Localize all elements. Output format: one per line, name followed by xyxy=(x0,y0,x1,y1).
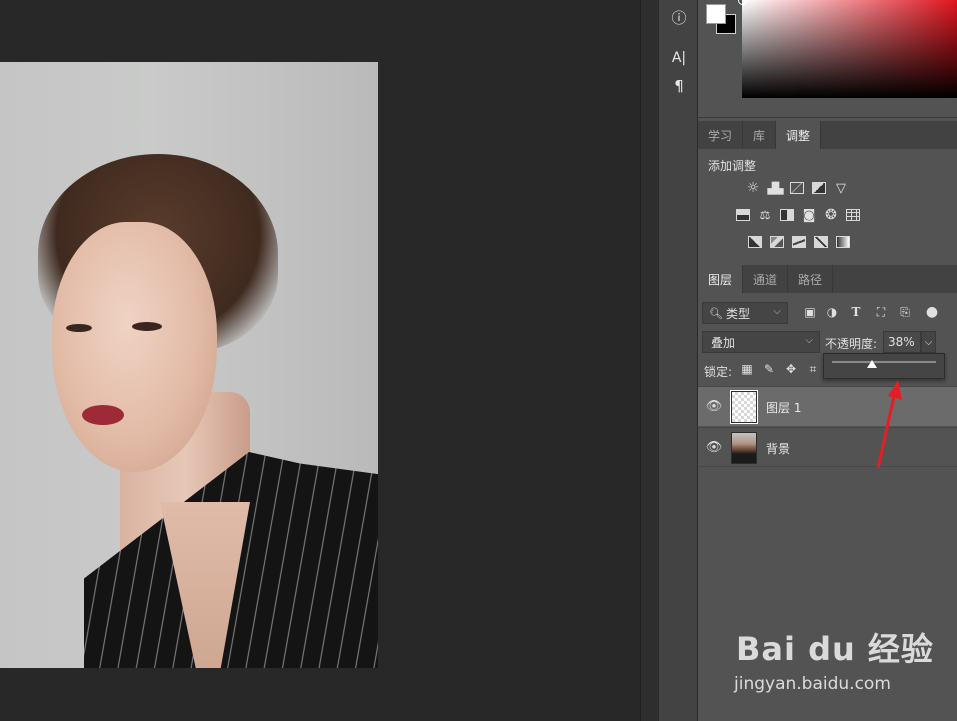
layer-name: 背景 xyxy=(766,442,791,456)
portrait-eye-left xyxy=(66,324,92,332)
lock-artboard-icon[interactable]: ⌗ xyxy=(806,362,820,376)
tab-adjustments[interactable]: 调整 xyxy=(776,121,822,149)
portrait-lips xyxy=(82,405,124,425)
blend-mode-value: 叠加 xyxy=(711,335,736,350)
adjustments-panel: 添加调整 ☼ ▟▙ ▽ ⚖ ◙ ❂ xyxy=(698,149,957,261)
search-icon: 🔍︎ xyxy=(709,306,723,320)
chevron-down-icon: ⌵ xyxy=(924,336,933,348)
tab-learn[interactable]: 学习 xyxy=(698,121,744,149)
panel-icon-column: ⓘ A| ¶ xyxy=(658,0,698,721)
portrait-face xyxy=(52,222,217,472)
document-image[interactable] xyxy=(0,62,378,668)
right-panels: 学习 库 调整 添加调整 ☼ ▟▙ ▽ ⚖ ◙ ❂ 图层 通道 路径 🔍︎ 类型… xyxy=(698,0,957,721)
curves-icon[interactable] xyxy=(788,179,806,197)
color-panel xyxy=(698,0,957,118)
adjustments-row-1: ☼ ▟▙ ▽ xyxy=(744,179,850,197)
visibility-eye-icon[interactable]: 👁︎ xyxy=(706,440,723,455)
color-lookup-icon[interactable] xyxy=(844,206,862,224)
adjustments-row-2: ⚖ ◙ ❂ xyxy=(734,206,862,224)
annotation-arrow xyxy=(876,380,902,469)
smart-object-filter-icon[interactable]: ⎘ xyxy=(897,304,913,320)
layer-thumbnail xyxy=(730,390,758,424)
layers-panel: 🔍︎ 类型 ⌵ ▣ ◑ T ⛶ ⎘ ● 叠加 ⌵ 不透明度: 38% ⌵ 锁定:… xyxy=(698,293,957,721)
color-balance-icon[interactable]: ⚖ xyxy=(756,206,774,224)
layers-tab-bar: 图层 通道 路径 xyxy=(698,265,957,293)
exposure-icon[interactable] xyxy=(810,179,828,197)
info-icon[interactable]: ⓘ xyxy=(667,6,691,28)
tab-layers[interactable]: 图层 xyxy=(698,265,744,293)
lock-position-icon[interactable]: ✥ xyxy=(784,362,798,376)
tab-channels[interactable]: 通道 xyxy=(743,265,789,293)
channel-mixer-icon[interactable]: ❂ xyxy=(822,206,840,224)
tab-libraries[interactable]: 库 xyxy=(743,121,777,149)
opacity-slider-thumb[interactable] xyxy=(866,360,877,368)
hue-saturation-icon[interactable] xyxy=(734,206,752,224)
portrait-eye-right xyxy=(132,322,162,331)
photo-filter-icon[interactable]: ◙ xyxy=(800,206,818,224)
layer-row-layer-1[interactable]: 👁︎ 图层 1 xyxy=(698,386,957,426)
paragraph-icon[interactable]: ¶ xyxy=(667,75,691,97)
adjustments-tab-bar: 学习 库 调整 xyxy=(698,121,957,149)
lock-image-pixels-icon[interactable]: ✎ xyxy=(762,362,776,376)
chevron-down-icon: ⌵ xyxy=(805,335,813,346)
blend-mode-select[interactable]: 叠加 ⌵ xyxy=(702,331,820,353)
opacity-input[interactable]: 38% xyxy=(883,331,921,353)
layer-filter-select[interactable]: 🔍︎ 类型 ⌵ xyxy=(702,302,788,324)
threshold-icon[interactable] xyxy=(790,233,808,251)
vibrance-icon[interactable]: ▽ xyxy=(832,179,850,197)
gradient-map-icon[interactable] xyxy=(834,233,852,251)
tab-paths[interactable]: 路径 xyxy=(788,265,834,293)
layer-thumbnail xyxy=(731,432,757,464)
layer-row-background[interactable]: 👁︎ 背景 xyxy=(698,427,957,467)
black-white-icon[interactable] xyxy=(778,206,796,224)
canvas-area[interactable] xyxy=(0,0,640,721)
posterize-icon[interactable] xyxy=(768,233,786,251)
lock-transparent-pixels-icon[interactable]: ▦ xyxy=(740,362,754,376)
visibility-eye-icon[interactable]: 👁︎ xyxy=(706,399,723,414)
opacity-slider-popup xyxy=(823,353,945,379)
add-adjustment-label: 添加调整 xyxy=(708,159,757,173)
foreground-color-swatch[interactable] xyxy=(706,4,726,24)
layer-name: 图层 1 xyxy=(766,401,802,415)
shape-filter-icon[interactable]: ⛶ xyxy=(873,304,889,320)
invert-icon[interactable] xyxy=(746,233,764,251)
adjustments-row-3 xyxy=(746,233,852,251)
color-picker-field[interactable] xyxy=(742,0,957,98)
brightness-contrast-icon[interactable]: ☼ xyxy=(744,179,762,197)
chevron-down-icon: ⌵ xyxy=(773,306,781,317)
image-filter-icon[interactable]: ▣ xyxy=(802,304,818,320)
layer-filter-value: 类型 xyxy=(725,306,750,321)
opacity-value: 38% xyxy=(888,335,915,349)
selective-color-icon[interactable] xyxy=(812,233,830,251)
character-icon[interactable]: A| xyxy=(667,47,691,69)
levels-icon[interactable]: ▟▙ xyxy=(766,179,784,197)
type-filter-icon[interactable]: T xyxy=(848,304,864,320)
adjustment-filter-icon[interactable]: ◑ xyxy=(824,304,840,320)
lock-label: 锁定: xyxy=(704,365,733,379)
opacity-dropdown-button[interactable]: ⌵ xyxy=(921,331,936,353)
opacity-label: 不透明度: xyxy=(825,337,878,351)
opacity-slider-track[interactable] xyxy=(832,361,936,363)
filter-toggle-icon[interactable]: ● xyxy=(924,304,940,320)
collapsed-panel-strip xyxy=(640,0,658,721)
